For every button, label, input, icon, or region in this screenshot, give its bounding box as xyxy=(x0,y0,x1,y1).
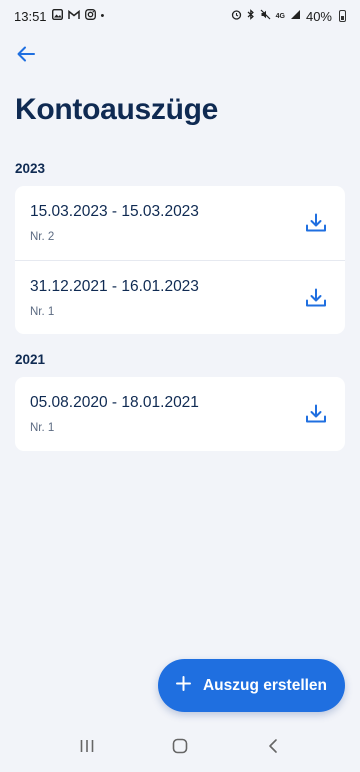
status-bar: 13:51 • 4G 40% xyxy=(0,0,360,32)
gallery-icon xyxy=(51,8,63,23)
signal-icon xyxy=(290,9,301,23)
arrow-left-icon xyxy=(17,46,35,67)
status-time: 13:51 xyxy=(14,8,47,24)
create-statement-label: Auszug erstellen xyxy=(202,676,328,694)
recent-apps-button[interactable] xyxy=(67,728,107,768)
home-icon xyxy=(172,738,188,759)
statement-row[interactable]: 31.12.2021 - 16.01.2023 Nr. 1 xyxy=(15,260,345,334)
download-icon[interactable] xyxy=(303,285,329,311)
statement-card: 05.08.2020 - 18.01.2021 Nr. 1 xyxy=(15,377,345,451)
download-icon[interactable] xyxy=(303,401,329,427)
statement-text: 31.12.2021 - 16.01.2023 Nr. 1 xyxy=(30,278,199,318)
statement-date-range: 31.12.2021 - 16.01.2023 xyxy=(30,277,199,295)
instagram-icon xyxy=(84,9,96,23)
section-year-label: 2023 xyxy=(15,161,46,176)
statement-card: 15.03.2023 - 15.03.2023 Nr. 2 31.12.2021… xyxy=(15,186,345,334)
back-nav-icon xyxy=(267,738,279,759)
bluetooth-icon xyxy=(247,9,255,23)
mail-icon xyxy=(67,9,80,23)
status-right: 4G 40% xyxy=(231,9,346,24)
section-year-label: 2021 xyxy=(15,352,46,367)
mute-icon xyxy=(260,9,271,23)
back-button[interactable] xyxy=(10,40,42,72)
signal-label: 4G xyxy=(275,12,285,20)
alarm-icon xyxy=(231,9,242,23)
system-nav-bar xyxy=(0,724,360,772)
back-nav-button[interactable] xyxy=(253,728,293,768)
statement-date-range: 15.03.2023 - 15.03.2023 xyxy=(30,203,199,220)
home-button[interactable] xyxy=(160,728,200,768)
recent-apps-icon xyxy=(79,738,95,759)
create-statement-button[interactable]: Auszug erstellen xyxy=(158,659,345,712)
statement-row[interactable]: 05.08.2020 - 18.01.2021 Nr. 1 xyxy=(15,377,345,451)
statement-number: Nr. 1 xyxy=(30,422,55,434)
statement-date-range: 05.08.2020 - 18.01.2021 xyxy=(30,394,199,411)
statement-text: 15.03.2023 - 15.03.2023 Nr. 2 xyxy=(30,203,199,243)
section-2021: 2021 05.08.2020 - 18.01.2021 Nr. 1 xyxy=(15,352,345,451)
status-left: 13:51 • xyxy=(14,9,104,24)
battery-percent: 40% xyxy=(305,8,332,24)
page-title: Kontoauszüge xyxy=(15,93,219,126)
section-2023: 2023 15.03.2023 - 15.03.2023 Nr. 2 31.12… xyxy=(15,161,345,334)
plus-icon xyxy=(175,675,191,696)
statement-number: Nr. 1 xyxy=(30,305,55,318)
download-icon[interactable] xyxy=(303,210,329,236)
statement-row[interactable]: 15.03.2023 - 15.03.2023 Nr. 2 xyxy=(15,186,345,260)
battery-icon xyxy=(339,10,346,22)
statement-text: 05.08.2020 - 18.01.2021 Nr. 1 xyxy=(30,394,199,434)
notification-dot: • xyxy=(100,9,105,22)
statement-number: Nr. 2 xyxy=(30,231,55,243)
